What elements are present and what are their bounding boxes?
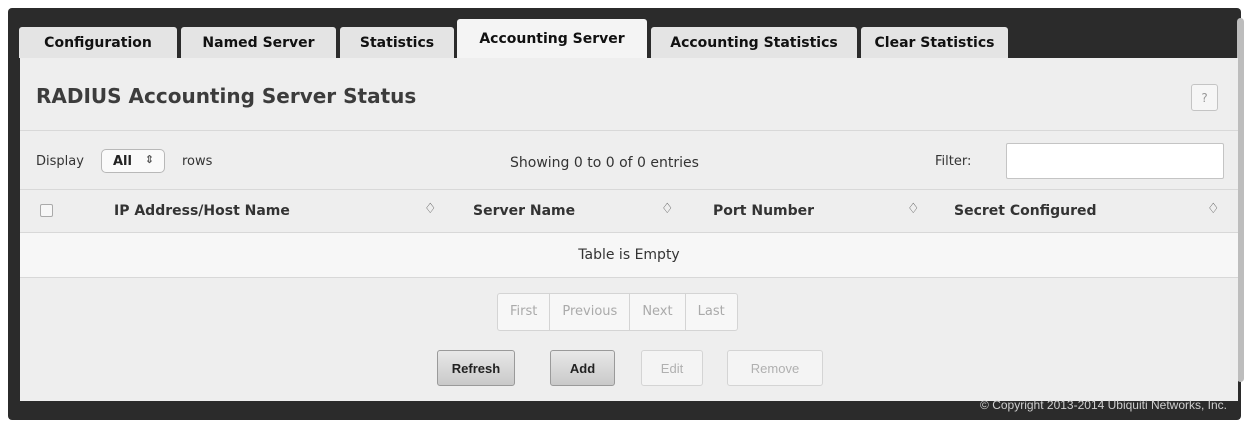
sort-icon[interactable]: ♢	[907, 201, 920, 217]
app-frame: Configuration Named Server Statistics Ac…	[8, 8, 1244, 420]
tab-configuration[interactable]: Configuration	[19, 27, 177, 58]
refresh-button[interactable]: Refresh	[437, 350, 515, 386]
copyright-text: © Copyright 2013-2014 Ubiquiti Networks,…	[980, 398, 1227, 412]
tab-statistics[interactable]: Statistics	[340, 27, 454, 58]
content-panel: RADIUS Accounting Server Status ? Displa…	[20, 58, 1238, 401]
sort-icon[interactable]: ♢	[661, 201, 674, 217]
column-header-port-number[interactable]: Port Number	[713, 203, 814, 219]
rows-per-page-select[interactable]: All ⇕	[101, 149, 165, 173]
filter-input[interactable]	[1006, 143, 1224, 179]
column-header-ip-address[interactable]: IP Address/Host Name	[114, 203, 290, 219]
table-empty-row: Table is Empty	[20, 233, 1238, 277]
entries-info: Showing 0 to 0 of 0 entries	[510, 155, 699, 171]
sort-icon[interactable]: ♢	[424, 201, 437, 217]
table-header: IP Address/Host Name ♢ Server Name ♢ Por…	[20, 190, 1238, 232]
rows-label: rows	[182, 154, 213, 169]
empty-message: Table is Empty	[578, 247, 680, 263]
edit-button[interactable]: Edit	[641, 350, 703, 386]
filter-label: Filter:	[935, 154, 972, 169]
select-arrows-icon: ⇕	[144, 153, 154, 166]
pagination-last[interactable]: Last	[686, 294, 737, 330]
sort-icon[interactable]: ♢	[1207, 201, 1220, 217]
column-header-server-name[interactable]: Server Name	[473, 203, 575, 219]
column-header-secret-configured[interactable]: Secret Configured	[954, 203, 1097, 219]
tab-named-server[interactable]: Named Server	[181, 27, 336, 58]
pagination-previous[interactable]: Previous	[550, 294, 631, 330]
vertical-scrollbar[interactable]	[1237, 18, 1244, 382]
pagination-next[interactable]: Next	[630, 294, 686, 330]
divider	[20, 130, 1238, 131]
remove-button[interactable]: Remove	[727, 350, 823, 386]
divider	[20, 277, 1238, 278]
tab-clear-statistics[interactable]: Clear Statistics	[861, 27, 1008, 58]
page-title: RADIUS Accounting Server Status	[36, 84, 417, 108]
tab-accounting-server[interactable]: Accounting Server	[457, 19, 647, 58]
footer: © Copyright 2013-2014 Ubiquiti Networks,…	[8, 393, 1241, 420]
display-label: Display	[36, 154, 84, 169]
select-all-checkbox[interactable]	[40, 204, 53, 217]
add-button[interactable]: Add	[550, 350, 615, 386]
rows-select-value: All	[113, 153, 132, 169]
pagination: First Previous Next Last	[497, 293, 738, 331]
tab-bar: Configuration Named Server Statistics Ac…	[12, 19, 1230, 58]
help-button[interactable]: ?	[1191, 84, 1218, 111]
tab-accounting-statistics[interactable]: Accounting Statistics	[651, 27, 857, 58]
pagination-first[interactable]: First	[498, 294, 551, 330]
